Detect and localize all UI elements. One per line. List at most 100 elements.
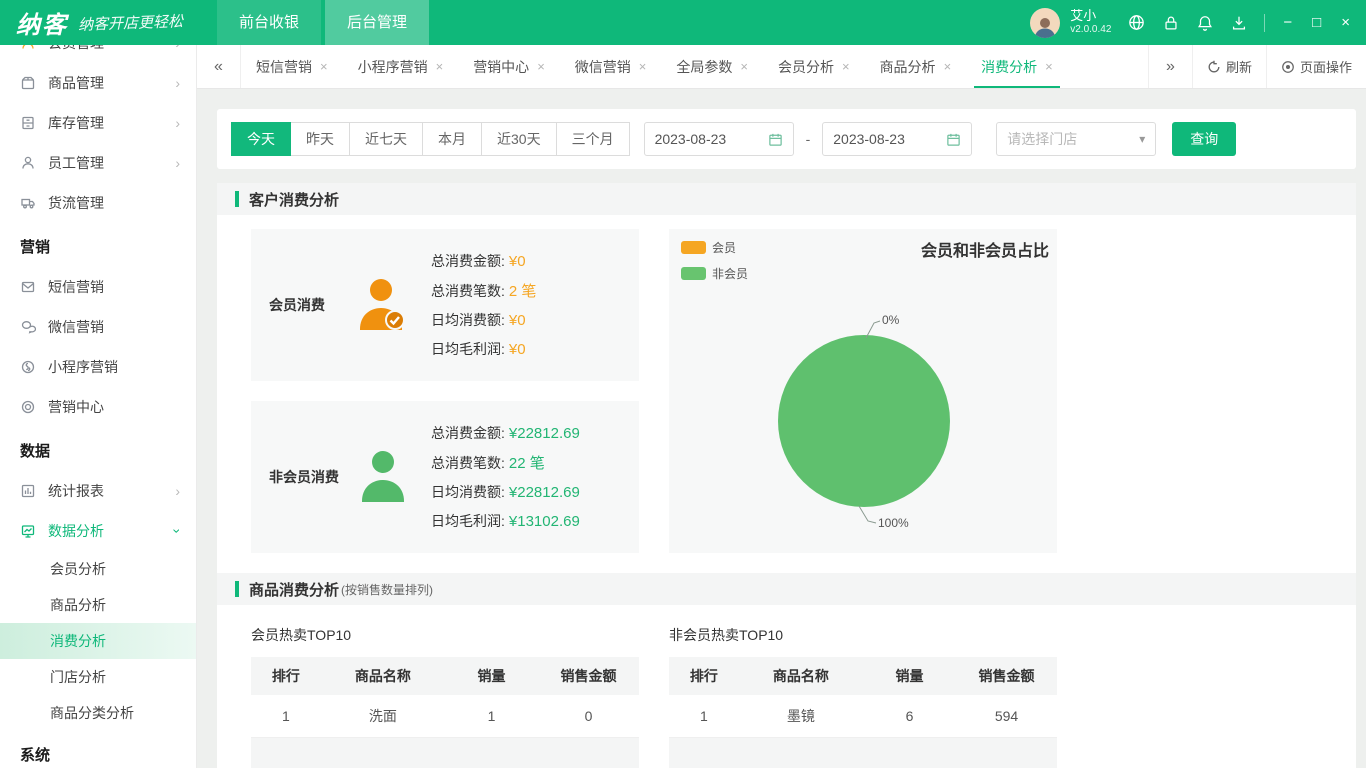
date-from-input[interactable]: 2023-08-23 [643,122,794,156]
cell-sales-amount: 0 [538,695,639,738]
pie-chart-panel: 会员 非会员 会员和非会员占比 0% 100% [669,229,1057,553]
stat-value: ¥22812.69 [508,484,580,501]
calendar-icon [946,132,961,147]
sidebar-item-label: 统计报表 [48,483,104,499]
page-ops-button[interactable]: 页面操作 [1265,45,1366,88]
app-logo: 纳客 [16,12,68,39]
sidebar-item-staff-mgmt[interactable]: 员工管理 › [0,143,196,183]
column-header: 商品名称 [738,657,863,695]
sidebar-item-marketing-center[interactable]: 营销中心 [0,387,196,427]
nav-backend-admin[interactable]: 后台管理 [325,0,430,45]
section-title: 商品消费分析 [249,581,340,599]
store-select-placeholder: 请选择门店 [1007,131,1078,147]
section-title: 客户消费分析 [249,191,340,209]
stat-value: ¥13102.69 [508,513,580,530]
refresh-icon [1207,60,1221,74]
tab-marketing-center[interactable]: 营销中心 × [458,45,560,88]
avatar[interactable] [1030,7,1061,38]
nonmember-consumption-card: 非会员消费 总消费金额: ¥22812.69 总消费笔数: 22 笔 日均消费额: ¥… [251,401,639,553]
stat-label: 总消费金额: [431,425,505,441]
sidebar-item-statistics-report[interactable]: 统计报表 › [0,471,196,511]
range-3months-button[interactable]: 三个月 [555,122,630,156]
pie-label-member-percent: 0% [882,313,900,327]
legend-nonmember[interactable]: 非会员 [681,265,748,282]
tab-miniprogram-marketing[interactable]: 小程序营销 × [343,45,459,88]
lock-icon[interactable] [1162,14,1180,32]
sidebar-item-goods-mgmt[interactable]: 商品管理 › [0,63,196,103]
store-select[interactable]: 请选择门店 ▾ [996,122,1157,156]
close-icon[interactable]: × [842,59,850,74]
sidebar-subitem-consumption-analysis[interactable]: 消费分析 [0,623,196,659]
refresh-label: 刷新 [1225,60,1252,75]
tab-wechat-marketing[interactable]: 微信营销 × [560,45,662,88]
tab-actions: » 刷新 页面操作 [1147,45,1366,88]
sidebar-item-member-mgmt[interactable]: 会员管理 › [0,45,196,63]
close-icon[interactable]: × [740,59,748,74]
sidebar-item-miniprogram-marketing[interactable]: 小程序营销 [0,347,196,387]
range-yesterday-button[interactable]: 昨天 [290,122,350,156]
date-to-input[interactable]: 2023-08-23 [822,122,973,156]
close-icon[interactable]: × [639,59,647,74]
sidebar-item-label: 小程序营销 [48,359,118,375]
download-icon[interactable] [1230,14,1248,32]
tab-consumption-analysis[interactable]: 消费分析 × [966,45,1068,88]
report-icon [20,483,38,499]
search-button[interactable]: 查询 [1172,122,1237,156]
stat-label: 日均毛利润: [431,513,505,529]
close-button[interactable]: × [1339,14,1352,31]
sidebar-item-wechat-marketing[interactable]: 微信营销 [0,307,196,347]
member-icon [20,45,38,51]
sidebar-item-data-analysis[interactable]: 数据分析 › [0,511,196,551]
sidebar-item-label: 货流管理 [48,195,104,211]
minimize-button[interactable]: − [1281,14,1294,31]
sidebar-item-sms-marketing[interactable]: 短信营销 [0,267,196,307]
close-icon[interactable]: × [320,59,328,74]
page-ops-label: 页面操作 [1299,60,1352,75]
close-icon[interactable]: × [537,59,545,74]
close-icon[interactable]: × [436,59,444,74]
consumption-cards-row: 会员消费 总消费金额: ¥0 总消费笔数: 2 笔 日均消费额: ¥0 日均毛利润: ¥… [217,215,1356,573]
range-today-button[interactable]: 今天 [231,122,291,156]
sidebar-subitem-category-analysis[interactable]: 商品分类分析 [0,695,196,731]
member-top10-block: 会员热卖TOP10 排行 商品名称 销量 销售金额 1 洗面 1 0 [251,617,639,768]
tabs-scroll-left[interactable]: « [197,45,241,88]
refresh-button[interactable]: 刷新 [1191,45,1266,88]
cell-sales-qty: 6 [862,695,957,738]
tabs-scroll-right[interactable]: » [1147,45,1192,88]
table-row-partial [669,737,1057,768]
analysis-icon [20,523,38,539]
globe-icon[interactable] [1127,13,1146,32]
sidebar-item-label: 数据分析 [48,523,104,539]
sidebar-item-logistics-mgmt[interactable]: 货流管理 [0,183,196,223]
avatar-person-icon [1035,17,1056,38]
table-row: 1 墨镜 6 594 [669,695,1057,738]
sidebar-subitem-store-analysis[interactable]: 门店分析 [0,659,196,695]
tab-product-analysis[interactable]: 商品分析 × [865,45,967,88]
nav-front-cashier[interactable]: 前台收银 [217,0,322,45]
range-last7days-button[interactable]: 近七天 [349,122,423,156]
tab-member-analysis[interactable]: 会员分析 × [763,45,865,88]
close-icon[interactable]: × [944,59,952,74]
bell-icon[interactable] [1196,14,1214,32]
miniprogram-icon [20,359,38,375]
maximize-button[interactable]: □ [1310,14,1323,31]
cell-sales-qty: 1 [444,695,539,738]
close-icon[interactable]: × [1045,59,1053,74]
calendar-icon [768,132,783,147]
sidebar-subitem-product-analysis[interactable]: 商品分析 [0,587,196,623]
filter-bar: 今天 昨天 近七天 本月 近30天 三个月 2023-08-23 - 2023-… [217,109,1356,169]
tab-label: 会员分析 [777,58,834,75]
legend-member-label: 会员 [712,241,737,255]
range-last30days-button[interactable]: 近30天 [481,122,557,156]
sidebar-item-label: 营销中心 [48,399,104,415]
range-thismonth-button[interactable]: 本月 [422,122,482,156]
chevron-right-icon: › [175,115,180,131]
tab-sms-marketing[interactable]: 短信营销 × [241,45,343,88]
stat-value: ¥0 [508,253,526,270]
staff-icon [20,155,38,171]
sidebar-subitem-member-analysis[interactable]: 会员分析 [0,551,196,587]
sidebar-section-system: 系统 [20,746,51,764]
tab-global-params[interactable]: 全局参数 × [661,45,763,88]
legend-member[interactable]: 会员 [681,239,748,256]
sidebar-item-inventory-mgmt[interactable]: 库存管理 › [0,103,196,143]
